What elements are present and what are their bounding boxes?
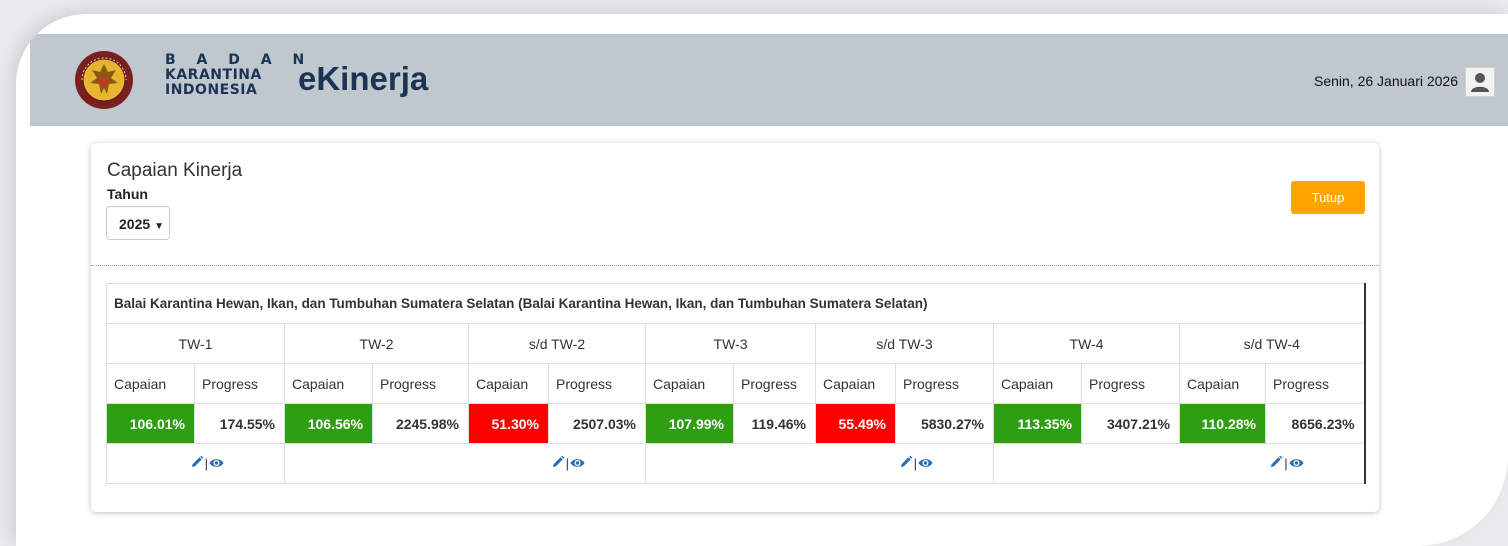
brand-line-3: INDONESIA (165, 82, 258, 98)
current-date: Senin, 26 Januari 2026 (1314, 73, 1458, 89)
progress-value: 174.55% (194, 403, 285, 444)
unit-title: Balai Karantina Hewan, Ikan, dan Tumbuha… (105, 283, 1366, 324)
column-label-row: Capaian Progress Capaian Progress Capaian Pro… (106, 363, 1366, 404)
action-cell: | (106, 443, 285, 484)
caret-down-icon: ▼ (154, 221, 165, 232)
capaian-header: Capaian (106, 363, 195, 404)
capaian-kinerja-card: Capaian Kinerja Tahun 2025 ▼ Tutup Balai … (91, 143, 1379, 512)
period-header: s/d TW-4 (1178, 323, 1366, 364)
action-separator: | (913, 456, 917, 472)
progress-value: 119.46% (733, 403, 816, 444)
period-header: TW-1 (106, 323, 285, 364)
app-title: eKinerja (298, 60, 429, 97)
view-eye-icon[interactable] (918, 456, 933, 472)
top-header: B A D A N KARANTINA INDONESIA eKinerja S… (30, 34, 1508, 126)
table-title-row: Balai Karantina Hewan, Ikan, dan Tumbuha… (105, 283, 1366, 324)
period-header: TW-3 (645, 323, 816, 364)
capaian-header: Capaian (645, 363, 734, 404)
capaian-header: Capaian (284, 363, 373, 404)
kinerja-table: Balai Karantina Hewan, Ikan, dan Tumbuha… (105, 283, 1366, 484)
capaian-value: 51.30% (468, 403, 549, 444)
action-separator: | (565, 456, 569, 472)
brand-name: B A D A N KARANTINA INDONESIA (165, 53, 312, 98)
brand-line-1: B A D A N (165, 52, 313, 68)
period-header: TW-4 (993, 323, 1180, 364)
year-select[interactable]: 2025 ▼ (106, 206, 170, 240)
user-avatar-icon[interactable] (1465, 67, 1495, 97)
progress-value: 3407.21% (1081, 403, 1180, 444)
period-header-row: TW-1 TW-2 s/d TW-2 TW-3 s/d TW-3 TW-4 s/d TW-4 (106, 323, 1366, 364)
progress-value: 2507.03% (548, 403, 646, 444)
edit-pencil-icon[interactable] (190, 455, 204, 472)
capaian-value: 55.49% (815, 403, 896, 444)
view-eye-icon[interactable] (570, 456, 585, 472)
capaian-value: 107.99% (645, 403, 734, 444)
card-title: Capaian Kinerja (107, 160, 243, 181)
capaian-header: Capaian (993, 363, 1082, 404)
period-header: s/d TW-2 (468, 323, 646, 364)
action-cell: | (284, 443, 646, 484)
progress-header: Progress (895, 363, 994, 404)
brand-line-2: KARANTINA (165, 67, 262, 83)
capaian-value: 106.56% (284, 403, 373, 444)
progress-header: Progress (372, 363, 469, 404)
action-separator: | (1284, 456, 1288, 472)
capaian-header: Capaian (1179, 363, 1266, 404)
progress-header: Progress (1264, 363, 1366, 404)
period-header: s/d TW-3 (815, 323, 994, 364)
period-header: TW-2 (284, 323, 469, 364)
action-cell: | (645, 443, 994, 484)
progress-value: 5830.27% (895, 403, 994, 444)
progress-header: Progress (194, 363, 285, 404)
close-button[interactable]: Tutup (1291, 181, 1365, 214)
capaian-value: 110.28% (1179, 403, 1266, 444)
progress-header: Progress (1081, 363, 1180, 404)
value-row: 106.01% 174.55% 106.56% 2245.98% 51.30% 2507.… (106, 403, 1366, 444)
app-frame: B A D A N KARANTINA INDONESIA eKinerja S… (16, 14, 1508, 546)
edit-pencil-icon[interactable] (899, 455, 913, 472)
edit-pencil-icon[interactable] (1269, 455, 1283, 472)
edit-pencil-icon[interactable] (551, 455, 565, 472)
capaian-header: Capaian (468, 363, 549, 404)
action-cell: | (992, 443, 1366, 484)
capaian-value: 113.35% (993, 403, 1082, 444)
divider (91, 265, 1379, 266)
capaian-value: 106.01% (106, 403, 195, 444)
progress-value: 8656.23% (1264, 403, 1366, 444)
progress-header: Progress (548, 363, 646, 404)
progress-header: Progress (733, 363, 816, 404)
capaian-header: Capaian (815, 363, 896, 404)
action-row: | | | | (106, 443, 1366, 484)
year-select-value: 2025 (119, 216, 151, 232)
progress-value: 2245.98% (372, 403, 469, 444)
view-eye-icon[interactable] (1289, 456, 1304, 472)
view-eye-icon[interactable] (209, 456, 224, 472)
badan-karantina-logo-icon (75, 51, 133, 109)
tahun-label: Tahun (107, 186, 148, 202)
action-separator: | (204, 456, 208, 472)
